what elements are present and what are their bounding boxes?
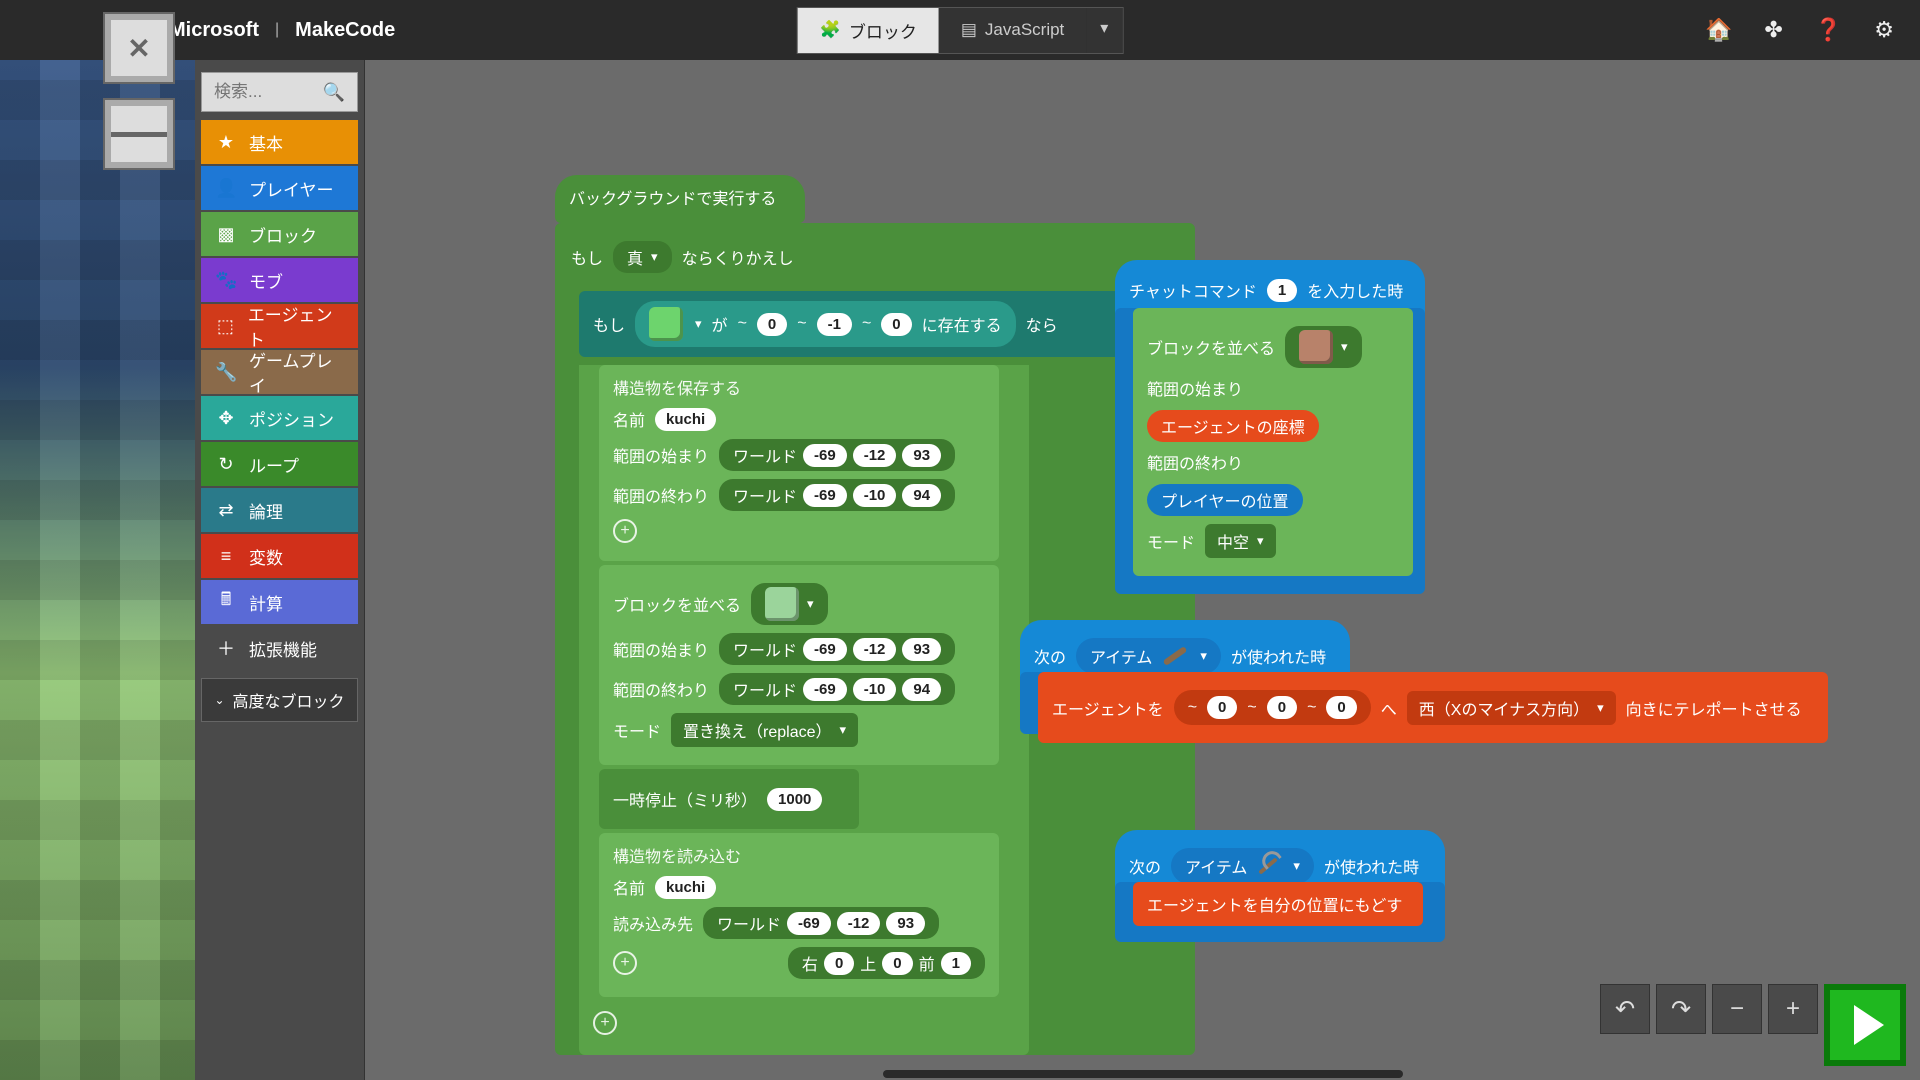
- category-icon: ⇄: [215, 500, 237, 521]
- category-icon: ≡: [215, 546, 237, 567]
- category-0[interactable]: ★基本: [201, 120, 358, 164]
- zoom-in-button[interactable]: +: [1768, 984, 1818, 1034]
- search-row: 🔍: [201, 72, 358, 112]
- toolbox-sidebar: 🔍 ★基本👤プレイヤー▩ブロック🐾モブ⬚エージェント🔧ゲームプレイ✥ポジション↻…: [195, 60, 365, 1080]
- block-cube-icon: [1299, 330, 1333, 364]
- world-to-1[interactable]: ワールド -69-1094: [719, 479, 955, 511]
- category-2[interactable]: ▩ブロック: [201, 212, 358, 256]
- top-icons: 🏠 ✤ ❓ ⚙: [1705, 17, 1908, 43]
- chevron-down-icon: ⌄: [214, 693, 224, 707]
- game-preview: [0, 60, 195, 1080]
- agent-pos-pill[interactable]: エージェントの座標: [1147, 410, 1319, 442]
- category-icon: ★: [215, 132, 237, 153]
- pause-block[interactable]: 一時停止（ミリ秒）1000: [599, 769, 859, 829]
- horizontal-scrollbar[interactable]: [883, 1070, 1403, 1078]
- block-canvas[interactable]: バックグラウンドで実行する もし 真▾ ならくりかえし もし ▾ が ~0 ~-…: [365, 60, 1920, 1080]
- if-test-pill[interactable]: ▾ が ~0 ~-1 ~0 に存在する: [635, 301, 1016, 347]
- search-icon[interactable]: 🔍: [323, 82, 345, 103]
- category-6[interactable]: ✥ポジション: [201, 396, 358, 440]
- search-input[interactable]: [214, 82, 323, 102]
- block-cube-icon: [765, 587, 799, 621]
- fill-block[interactable]: ブロックを並べる ▾ 範囲の始まり ワールド -69-1293 範囲の終わり ワ…: [599, 565, 999, 765]
- category-icon: 👤: [215, 178, 237, 199]
- category-11[interactable]: ＋拡張機能: [201, 626, 358, 670]
- category-icon: ⬚: [215, 316, 236, 337]
- category-4[interactable]: ⬚エージェント: [201, 304, 358, 348]
- player-pos-pill[interactable]: プレイヤーの位置: [1147, 484, 1303, 516]
- category-icon: 🐾: [215, 270, 237, 291]
- load-structure-block[interactable]: 構造物を読み込む 名前kuchi 読み込み先 ワールド -69-1293 + 右…: [599, 833, 999, 997]
- block-icon: 🧩: [820, 20, 841, 40]
- category-8[interactable]: ⇄論理: [201, 488, 358, 532]
- tab-blocks[interactable]: 🧩ブロック: [798, 8, 939, 53]
- share-icon[interactable]: ✤: [1764, 17, 1782, 43]
- expand-icon[interactable]: +: [613, 519, 637, 543]
- category-3[interactable]: 🐾モブ: [201, 258, 358, 302]
- category-icon: ＋: [215, 635, 237, 661]
- category-icon: ✥: [215, 408, 237, 429]
- fill-mode[interactable]: 置き換え（replace）▾: [671, 713, 858, 747]
- while-cond[interactable]: 真▾: [613, 241, 672, 273]
- play-button[interactable]: [1824, 984, 1906, 1066]
- if-block[interactable]: もし ▾ が ~0 ~-1 ~0 に存在する なら: [579, 291, 1169, 357]
- advanced-toggle[interactable]: ⌄高度なブロック: [201, 678, 358, 722]
- tab-javascript[interactable]: ▤JavaScript: [939, 8, 1086, 53]
- editor-switch: 🧩ブロック ▤JavaScript ▾: [797, 7, 1124, 54]
- category-10[interactable]: 🖩計算: [201, 580, 358, 624]
- add-icon[interactable]: +: [593, 1011, 617, 1035]
- category-icon: ↻: [215, 454, 237, 475]
- agent-return-block[interactable]: エージェントを自分の位置にもどす: [1133, 882, 1423, 926]
- pickaxe-icon: [1257, 854, 1281, 878]
- category-icon: ▩: [215, 224, 237, 245]
- save-structure-block[interactable]: 構造物を保存する 名前kuchi 範囲の始まり ワールド -69-1293 範囲…: [599, 365, 999, 561]
- js-icon: ▤: [961, 20, 977, 40]
- fill-block-picker[interactable]: ▾: [751, 583, 828, 625]
- agent-teleport-block[interactable]: エージェントを ~0 ~0 ~0 へ 西（Xのマイナス方向）▾ 向きにテレポート…: [1038, 672, 1828, 743]
- editor-switch-chevron[interactable]: ▾: [1086, 8, 1122, 53]
- item2-frame[interactable]: エージェントを自分の位置にもどす: [1115, 882, 1445, 942]
- chat-body-frame[interactable]: ブロックを並べる▾ 範囲の始まりエージェントの座標 範囲の終わりプレイヤーの位置…: [1115, 308, 1425, 594]
- stick-icon: [1163, 646, 1188, 666]
- brand-makecode: MakeCode: [295, 19, 395, 42]
- category-7[interactable]: ↻ループ: [201, 442, 358, 486]
- item-picker-1[interactable]: アイテム▾: [1076, 638, 1221, 674]
- hat-run-background[interactable]: バックグラウンドで実行する: [555, 175, 805, 223]
- world-from-1[interactable]: ワールド -69-1293: [719, 439, 955, 471]
- category-1[interactable]: 👤プレイヤー: [201, 166, 358, 210]
- category-9[interactable]: ≡変数: [201, 534, 358, 578]
- fullscreen-button[interactable]: [105, 14, 173, 82]
- chat-fill-block[interactable]: ブロックを並べる▾ 範囲の始まりエージェントの座標 範囲の終わりプレイヤーの位置…: [1133, 308, 1413, 576]
- undo-button[interactable]: ↶: [1600, 984, 1650, 1034]
- category-icon: 🖩: [215, 587, 237, 617]
- direction-picker[interactable]: 西（Xのマイナス方向）▾: [1407, 691, 1616, 725]
- expand-icon[interactable]: +: [613, 951, 637, 975]
- settings-icon[interactable]: ⚙: [1874, 17, 1894, 43]
- bottom-controls: ↶ ↷ − +: [1600, 984, 1906, 1066]
- redo-button[interactable]: ↷: [1656, 984, 1706, 1034]
- help-icon[interactable]: ❓: [1815, 17, 1842, 43]
- top-bar: Microsoft | MakeCode 🧩ブロック ▤JavaScript ▾…: [0, 0, 1920, 60]
- zoom-out-button[interactable]: −: [1712, 984, 1762, 1034]
- category-5[interactable]: 🔧ゲームプレイ: [201, 350, 358, 394]
- item-picker-2[interactable]: アイテム▾: [1171, 848, 1314, 884]
- category-icon: 🔧: [215, 362, 237, 383]
- item1-frame[interactable]: エージェントを ~0 ~0 ~0 へ 西（Xのマイナス方向）▾ 向きにテレポート…: [1020, 672, 1350, 734]
- block-cube-icon: [649, 307, 683, 341]
- menu-button[interactable]: [105, 100, 173, 168]
- home-icon[interactable]: 🏠: [1705, 17, 1732, 43]
- brand-microsoft: Microsoft: [169, 19, 259, 42]
